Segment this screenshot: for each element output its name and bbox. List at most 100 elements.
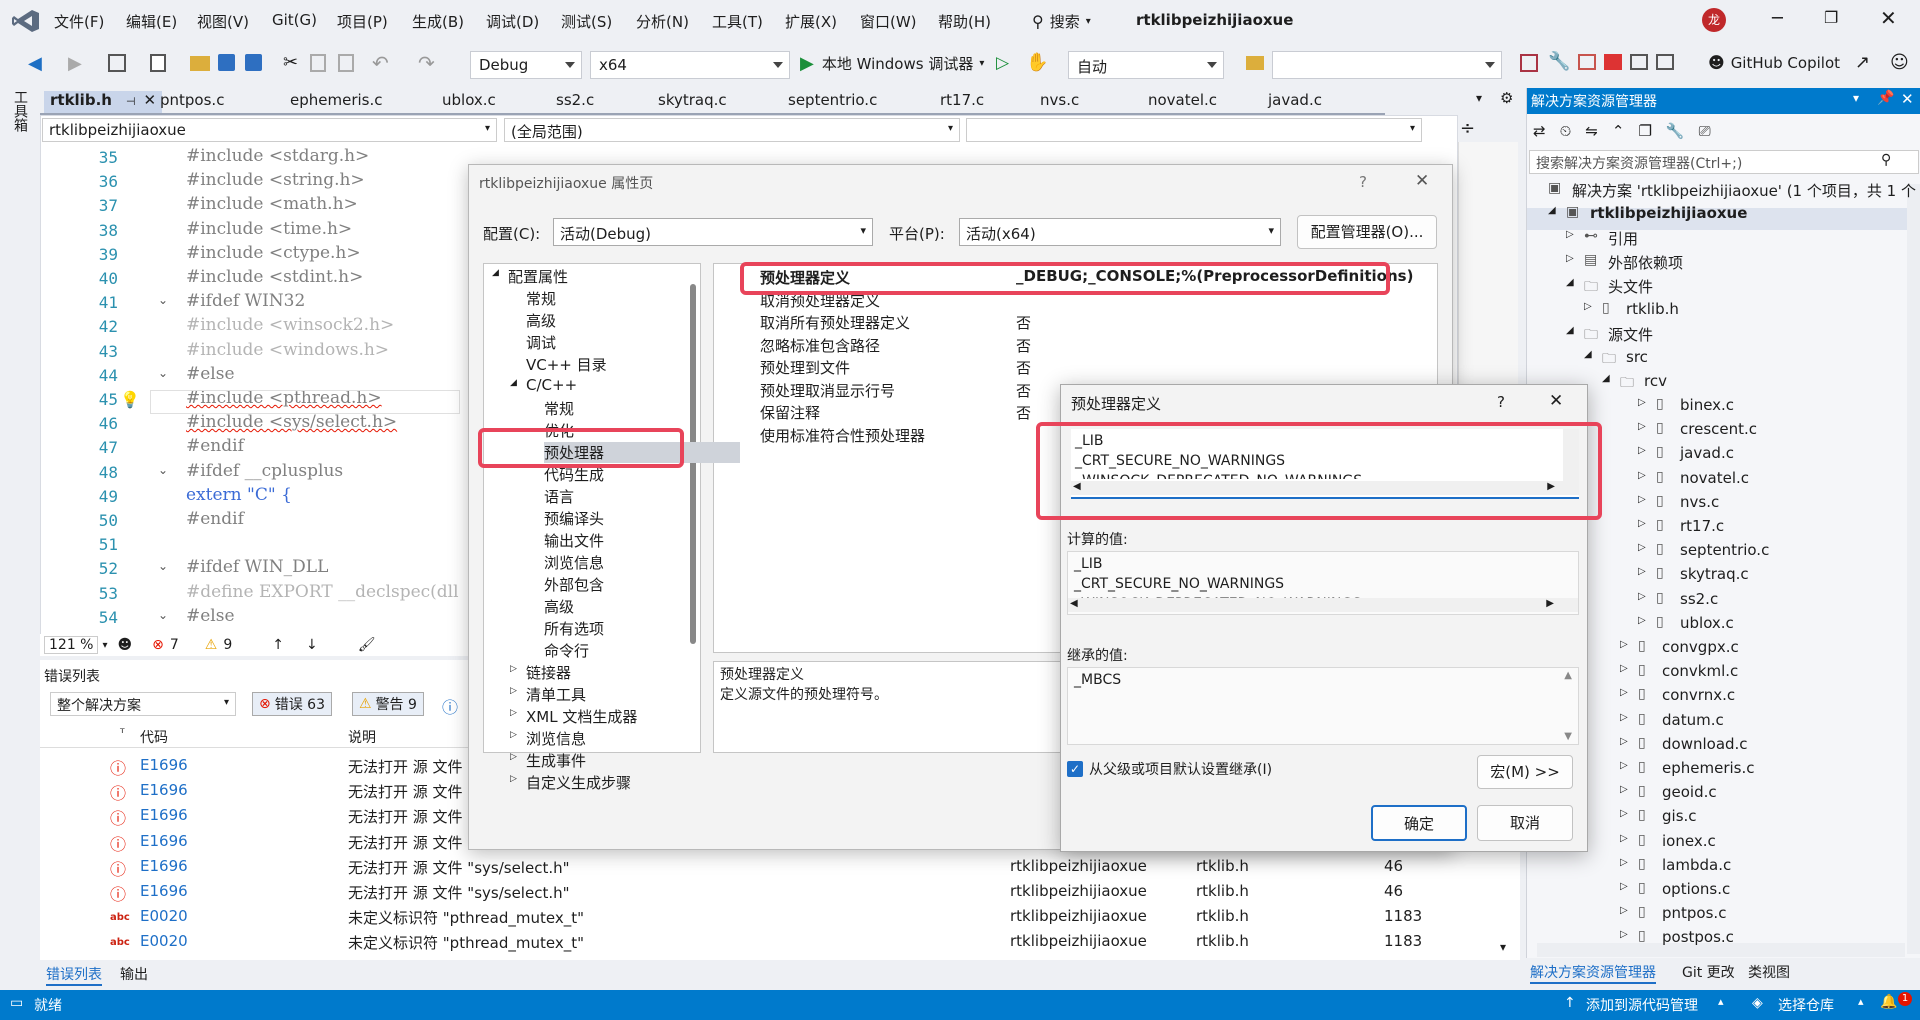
up-arrow-icon[interactable]: ↑ — [272, 637, 284, 653]
fold-chevron-icon[interactable]: ⌄ — [158, 559, 168, 573]
solution-tree-item[interactable]: ▷ ▯ skytraq.c — [1638, 565, 1749, 583]
solution-tree-item[interactable]: ◢ ▣ rtklibpeizhijiaoxue — [1548, 204, 1747, 222]
help-icon[interactable]: ? — [1359, 173, 1367, 191]
collapsed-arrow-icon[interactable]: ▷ — [1566, 253, 1574, 264]
collapsed-arrow-icon[interactable]: ▷ — [1638, 445, 1646, 456]
expanded-arrow-icon[interactable]: ◢ — [1602, 373, 1610, 384]
collapsed-arrow-icon[interactable]: ▷ — [1620, 663, 1628, 674]
solution-tree-item[interactable]: ▷ ▯ nvs.c — [1638, 493, 1719, 511]
collapsed-arrow-icon[interactable]: ▷ — [1620, 687, 1628, 698]
property-value[interactable]: 否 — [1016, 335, 1031, 356]
solution-tree-item[interactable]: ▷ ▯ datum.c — [1620, 711, 1724, 729]
solution-tree-item[interactable]: ▷ ▯ javad.c — [1638, 444, 1734, 462]
property-tree-item[interactable]: 高级 — [526, 310, 556, 331]
tab-document[interactable]: ephemeris.c — [290, 91, 383, 109]
find-in-files-icon[interactable] — [1246, 56, 1264, 70]
solution-tree-item[interactable]: ▷ ▯ pntpos.c — [1620, 904, 1726, 922]
fold-chevron-icon[interactable]: ⌄ — [158, 463, 168, 477]
solution-tree-item[interactable]: ▷ ▯ geoid.c — [1620, 783, 1717, 801]
code-line[interactable]: #endif — [186, 509, 244, 529]
config-select[interactable]: 活动(Debug) ▾ — [553, 218, 873, 246]
forward-icon[interactable]: ▶ — [68, 53, 82, 74]
solution-tree-item[interactable]: ▷ ▯ ephemeris.c — [1620, 759, 1755, 777]
solution-tree-item[interactable]: ▷ ▯ convrnx.c — [1620, 686, 1735, 704]
code-line[interactable]: #include <stdint.h> — [186, 267, 363, 287]
open-folder-icon[interactable] — [190, 56, 210, 71]
solution-search-input[interactable]: 搜索解决方案资源管理器(Ctrl+;) — [1529, 150, 1919, 174]
scope-combo[interactable]: (全局范围) ▾ — [504, 118, 960, 142]
property-tree-item[interactable]: 外部包含 — [544, 574, 604, 595]
code-cleanup-icon[interactable]: 🖌 — [358, 637, 376, 653]
computed-horizontal-scrollbar[interactable]: ◀ ▶ — [1068, 598, 1578, 612]
configuration-select[interactable]: Debug — [470, 51, 582, 79]
chevron-down-icon[interactable]: ▾ — [1853, 91, 1859, 105]
property-tree-item[interactable]: 浏览信息 — [544, 552, 604, 573]
property-tree-item[interactable]: ▷ 生成事件 — [510, 750, 586, 771]
solution-tree-item[interactable]: ◢ 🗀 源文件 — [1566, 324, 1653, 345]
property-tree-item[interactable]: ▷ XML 文档生成器 — [510, 706, 637, 727]
add-to-source-control[interactable]: 添加到源代码管理 — [1586, 995, 1698, 1015]
menu-item[interactable]: Git(G) — [272, 11, 317, 29]
scroll-down-icon[interactable]: ▼ — [1564, 731, 1572, 742]
menu-item[interactable]: 窗口(W) — [860, 11, 917, 32]
code-line[interactable]: #ifdef WIN_DLL — [186, 557, 328, 577]
github-copilot-button[interactable]: ☻ GitHub Copilot — [1708, 53, 1840, 72]
minimize-icon[interactable]: ─ — [1772, 8, 1783, 29]
wrench-icon[interactable]: 🔧 — [1548, 51, 1570, 72]
lightbulb-error-icon[interactable]: 💡 — [120, 390, 140, 409]
collapsed-arrow-icon[interactable]: ▷ — [1620, 833, 1628, 844]
paste-icon[interactable] — [338, 54, 354, 72]
property-name[interactable]: 取消所有预处理器定义 — [760, 312, 910, 333]
menu-item[interactable]: 帮助(H) — [938, 11, 991, 32]
collapsed-arrow-icon[interactable]: ▷ — [1620, 857, 1628, 868]
solution-tree-item[interactable]: ▷ ▯ options.c — [1620, 880, 1730, 898]
error-row[interactable]: ⓘ E1696 无法打开 源 文件 "sys/select.h" rtklibp… — [40, 854, 1520, 879]
property-tree-item[interactable]: 调试 — [526, 332, 556, 353]
configuration-manager-button[interactable]: 配置管理器(O)... — [1297, 215, 1437, 249]
error-count[interactable]: 7 — [170, 637, 179, 653]
show-all-files-icon[interactable]: ❐ — [1638, 122, 1651, 140]
expanded-arrow-icon[interactable]: ◢ — [1566, 277, 1574, 288]
menu-item[interactable]: 分析(N) — [636, 11, 689, 32]
collapsed-arrow-icon[interactable]: ▷ — [510, 664, 517, 674]
collapsed-arrow-icon[interactable]: ▷ — [1620, 736, 1628, 747]
solution-tree-item[interactable]: ▷ ▯ crescent.c — [1638, 420, 1757, 438]
collapsed-arrow-icon[interactable]: ▷ — [1638, 421, 1646, 432]
property-tree-item[interactable]: 语言 — [544, 486, 574, 507]
collapsed-arrow-icon[interactable]: ▷ — [1620, 784, 1628, 795]
tab-git-changes[interactable]: Git 更改 — [1682, 962, 1735, 982]
error-scope-select[interactable]: 整个解决方案 ▾ — [50, 692, 236, 716]
collapsed-arrow-icon[interactable]: ▷ — [1620, 881, 1628, 892]
code-line[interactable]: extern "C" { — [186, 485, 292, 505]
solution-tree-item[interactable]: ▷ ▯ download.c — [1620, 735, 1748, 753]
tab-document[interactable]: javad.c — [1268, 91, 1322, 109]
code-line[interactable]: #include <time.h> — [186, 219, 352, 239]
property-tree-item[interactable]: ▷ 链接器 — [510, 662, 571, 683]
platform-select[interactable]: 活动(x64) ▾ — [959, 218, 1281, 246]
tab-document[interactable]: novatel.c — [1148, 91, 1217, 109]
save-icon[interactable] — [218, 54, 235, 71]
collapsed-arrow-icon[interactable]: ▷ — [1620, 929, 1628, 940]
tree-scrollbar[interactable] — [690, 284, 696, 644]
expanded-arrow-icon[interactable]: ◢ — [1548, 205, 1556, 216]
collapsed-arrow-icon[interactable]: ▷ — [1638, 494, 1646, 505]
collapsed-arrow-icon[interactable]: ▷ — [1638, 542, 1646, 553]
toolbox-tab[interactable]: 工具箱 — [10, 90, 30, 132]
errors-filter-button[interactable]: ⊗ 错误 63 — [252, 692, 332, 716]
solution-tree-item[interactable]: ▣ 解决方案 'rtklibpeizhijiaoxue' (1 个项目，共 1 … — [1548, 180, 1916, 201]
solution-tree-item[interactable]: ◢ 🗀 头文件 — [1566, 276, 1653, 297]
back-icon[interactable]: ◀ — [28, 53, 42, 74]
start-without-debugging-icon[interactable]: ▷ — [996, 53, 1009, 73]
property-name[interactable]: 预处理到文件 — [760, 357, 850, 378]
sync-icon[interactable]: ⇋ — [1585, 122, 1598, 140]
menu-item[interactable]: 扩展(X) — [785, 11, 837, 32]
expanded-arrow-icon[interactable]: ◢ — [510, 378, 517, 388]
collapsed-arrow-icon[interactable]: ▷ — [1620, 760, 1628, 771]
collapsed-arrow-icon[interactable]: ▷ — [510, 686, 517, 696]
code-line[interactable]: #include <winsock2.h> — [186, 315, 394, 335]
menu-item[interactable]: 工具(T) — [712, 11, 763, 32]
collapsed-arrow-icon[interactable]: ▷ — [1638, 518, 1646, 529]
collapsed-arrow-icon[interactable]: ▷ — [1620, 808, 1628, 819]
column-description[interactable]: 说明 — [348, 727, 376, 747]
code-line[interactable]: #include <math.h> — [186, 194, 358, 214]
